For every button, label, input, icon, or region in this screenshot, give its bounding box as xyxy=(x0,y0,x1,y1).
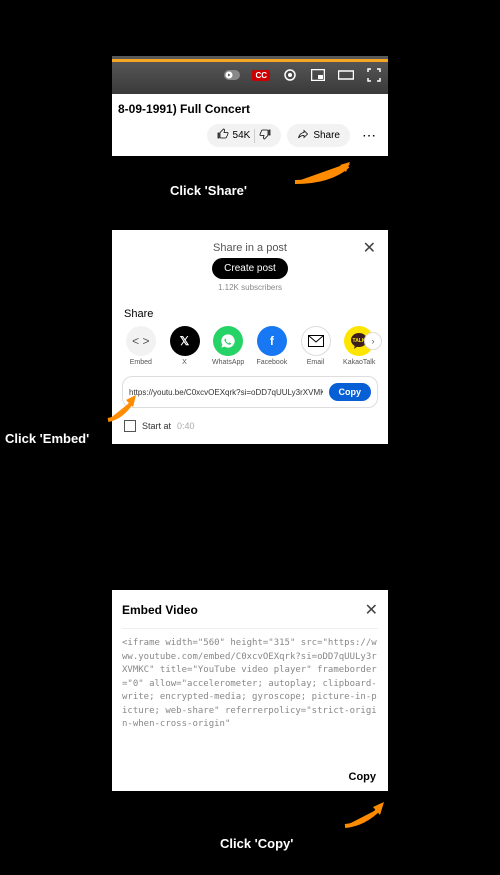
caption-share: Click 'Share' xyxy=(170,183,247,198)
settings-gear-icon[interactable] xyxy=(282,68,298,82)
share-facebook[interactable]: f Facebook xyxy=(253,326,291,366)
close-icon[interactable]: ✕ xyxy=(363,238,376,258)
miniplayer-icon[interactable] xyxy=(310,68,326,82)
arrow-annotation-2 xyxy=(103,392,143,422)
arrow-annotation-3 xyxy=(340,800,390,828)
share-url[interactable]: https://youtu.be/C0xcvOEXqrk?si=oDD7qUUL… xyxy=(129,388,323,397)
caption-copy: Click 'Copy' xyxy=(220,836,293,851)
facebook-label: Facebook xyxy=(256,359,287,366)
share-arrow-icon xyxy=(297,128,309,143)
copy-embed-button[interactable]: Copy xyxy=(122,767,378,783)
like-dislike-pill: 54K xyxy=(207,124,282,147)
email-label: Email xyxy=(307,359,325,366)
email-icon xyxy=(301,326,331,356)
pill-divider xyxy=(254,129,255,143)
whatsapp-label: WhatsApp xyxy=(212,359,244,366)
embed-title: Embed Video xyxy=(122,603,198,617)
share-email[interactable]: Email xyxy=(297,326,335,366)
autoplay-toggle-icon[interactable] xyxy=(224,68,240,82)
more-menu-icon[interactable]: ⋯ xyxy=(356,127,382,144)
x-icon: 𝕏 xyxy=(170,326,200,356)
share-button[interactable]: Share xyxy=(287,124,350,147)
embed-label: Embed xyxy=(130,359,152,366)
kakaotalk-label: KakaoTalk xyxy=(343,359,375,366)
embed-dialog-header: Embed Video ✕ xyxy=(122,600,378,629)
share-embed[interactable]: < > Embed xyxy=(122,326,160,366)
video-player-panel: CC 8-09-1991) Full Concert 54K xyxy=(112,56,388,156)
video-title: 8-09-1991) Full Concert xyxy=(112,94,388,120)
share-label: Share xyxy=(313,130,340,141)
thumbs-down-icon[interactable] xyxy=(259,128,271,143)
subscriber-count: 1.12K subscribers xyxy=(120,283,380,292)
fullscreen-icon[interactable] xyxy=(366,68,382,82)
thumbs-up-icon[interactable] xyxy=(217,128,229,143)
copy-url-button[interactable]: Copy xyxy=(329,383,372,401)
x-label: X xyxy=(182,359,187,366)
share-url-box: https://youtu.be/C0xcvOEXqrk?si=oDD7qUUL… xyxy=(122,376,378,408)
progress-bar[interactable] xyxy=(112,59,388,62)
embed-code[interactable]: <iframe width="560" height="315" src="ht… xyxy=(122,637,378,767)
video-controls-bar: CC xyxy=(112,56,388,94)
share-section-label: Share xyxy=(120,306,380,326)
embed-dialog: Embed Video ✕ <iframe width="560" height… xyxy=(112,590,388,791)
caption-embed: Click 'Embed' xyxy=(5,431,89,446)
close-icon[interactable]: ✕ xyxy=(365,600,378,620)
theater-mode-icon[interactable] xyxy=(338,68,354,82)
share-in-post-label: Share in a post xyxy=(120,242,380,254)
video-actions: 54K Share ⋯ xyxy=(112,120,388,151)
facebook-icon: f xyxy=(257,326,287,356)
cc-icon[interactable]: CC xyxy=(252,70,270,81)
share-dialog-header: ✕ Share in a post Create post 1.12K subs… xyxy=(120,238,380,306)
like-count[interactable]: 54K xyxy=(233,130,251,141)
start-at-label: Start at xyxy=(142,421,171,431)
share-dialog: ✕ Share in a post Create post 1.12K subs… xyxy=(112,230,388,444)
embed-icon: < > xyxy=(126,326,156,356)
share-targets-row: < > Embed 𝕏 X WhatsApp f Facebook Email … xyxy=(120,326,380,372)
start-at-time[interactable]: 0:40 xyxy=(177,421,195,431)
chevron-right-icon[interactable]: › xyxy=(364,332,382,350)
start-at-row: Start at 0:40 xyxy=(120,412,380,434)
create-post-button[interactable]: Create post xyxy=(212,258,288,279)
whatsapp-icon xyxy=(213,326,243,356)
arrow-annotation-1 xyxy=(290,160,360,185)
video-controls: CC xyxy=(224,68,382,82)
share-whatsapp[interactable]: WhatsApp xyxy=(209,326,247,366)
share-x[interactable]: 𝕏 X xyxy=(166,326,204,366)
